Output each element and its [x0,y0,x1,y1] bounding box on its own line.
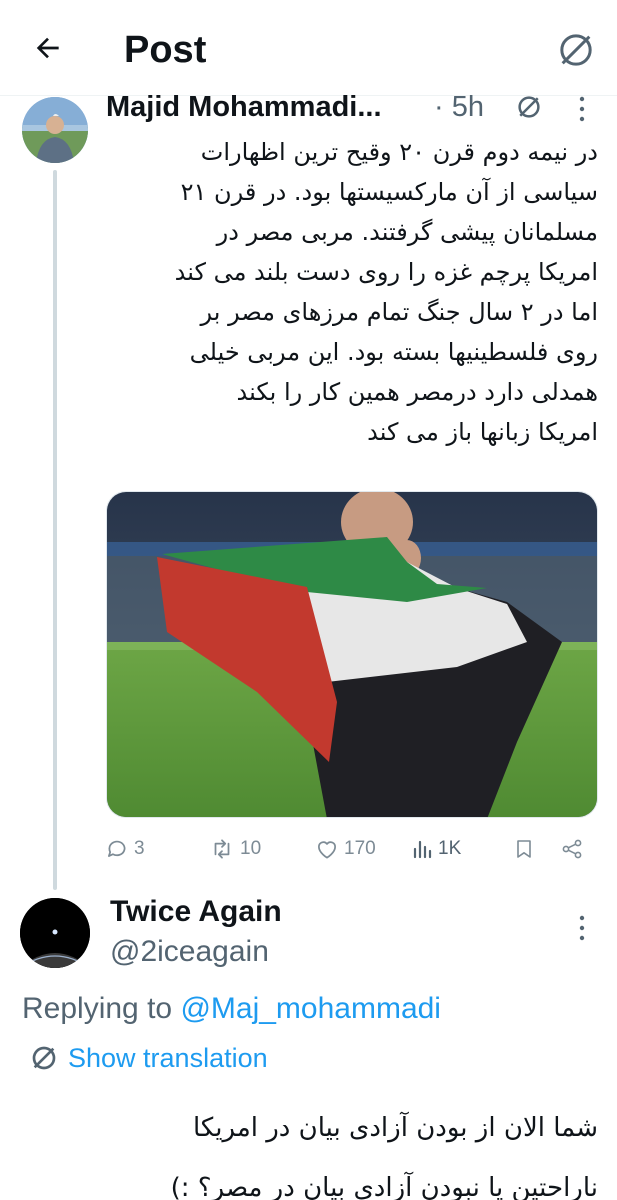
analytics-icon [413,840,432,859]
reply-count: 3 [134,838,145,859]
reply-icon [108,840,126,857]
back-button[interactable] [28,28,68,68]
mention-link[interactable]: @Maj_mohammadi [180,992,441,1025]
post-actions: 3 10 170 1K [104,832,600,866]
thread-connector-line [53,170,57,890]
author-handle[interactable]: @2iceagain [110,932,269,972]
page-title: Post [124,29,207,71]
post-time[interactable]: · 5h [434,88,484,126]
avatar[interactable] [20,898,90,968]
post-text: در نیمه دوم قرن ۲۰ وقیح ترین اظهارات سیا… [174,138,598,446]
replying-to: Replying to @Maj_mohammadi [22,992,441,1025]
repost-icon [214,839,230,859]
post-image[interactable] [106,491,598,818]
views-count: 1K [438,838,462,859]
reply-button[interactable]: 3 [104,832,145,866]
translate-button[interactable] [552,28,600,72]
avatar[interactable] [22,97,88,163]
author-name[interactable]: Twice Again [110,892,282,932]
more-options-icon[interactable] [572,94,592,124]
top-bar: Post [0,0,617,96]
views-button[interactable]: 1K [410,832,461,866]
bookmark-icon [517,840,531,858]
like-count: 170 [344,838,376,859]
heart-icon [318,841,336,859]
translate-globe-icon [514,92,544,122]
repost-button[interactable]: 10 [208,832,261,866]
repost-count: 10 [240,838,262,859]
post-text: شما الان از بودن آزادی بیان در امریکا نا… [170,1113,598,1200]
share-icon [562,839,582,859]
show-translation-button[interactable]: Show translation [28,1038,268,1078]
share-button[interactable] [560,832,588,866]
arrow-left-icon [36,37,59,59]
translate-globe-icon [32,1046,56,1070]
more-options-icon[interactable] [572,913,592,943]
author-name[interactable]: Majid Mohammadi... [106,88,382,126]
translate-globe-icon [560,34,592,66]
bookmark-button[interactable] [512,832,540,866]
like-button[interactable]: 170 [314,832,376,866]
